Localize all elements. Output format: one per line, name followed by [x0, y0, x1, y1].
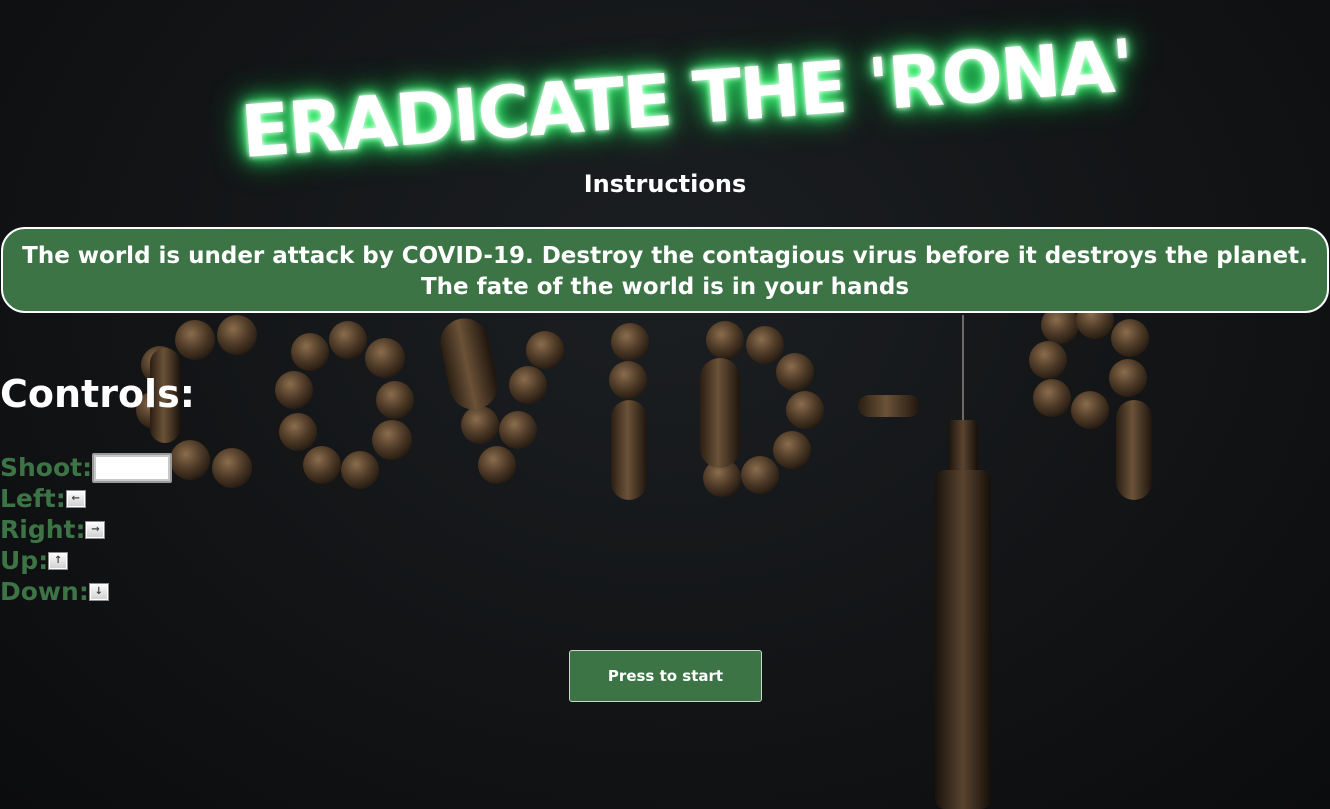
instructions-story-text: The world is under attack by COVID-19. D…	[22, 243, 1308, 300]
control-row-down: Down: ↓	[0, 576, 172, 607]
space-key-icon	[92, 452, 173, 483]
control-row-up: Up: ↑	[0, 545, 172, 576]
control-label-right: Right:	[0, 515, 86, 544]
control-label-up: Up:	[0, 546, 49, 575]
control-label-down: Down:	[0, 577, 89, 606]
control-label-shoot: Shoot:	[0, 453, 93, 482]
controls-heading: Controls:	[0, 372, 195, 416]
instructions-heading: Instructions	[583, 170, 747, 198]
instructions-story-box: The world is under attack by COVID-19. D…	[1, 227, 1329, 313]
start-button[interactable]: Press to start	[569, 650, 762, 702]
up-arrow-key-icon: ↑	[48, 551, 69, 570]
control-row-shoot: Shoot:	[0, 452, 173, 483]
left-arrow-key-icon: ←	[65, 489, 86, 508]
control-label-left: Left:	[0, 484, 66, 513]
control-row-left: Left: ←	[0, 483, 172, 514]
control-row-right: Right: →	[0, 514, 172, 545]
down-arrow-key-icon: ↓	[88, 582, 109, 601]
right-arrow-key-icon: →	[85, 520, 106, 539]
controls-list: Shoot: Left: ← Right: → Up: ↑ Down: ↓	[0, 452, 173, 607]
